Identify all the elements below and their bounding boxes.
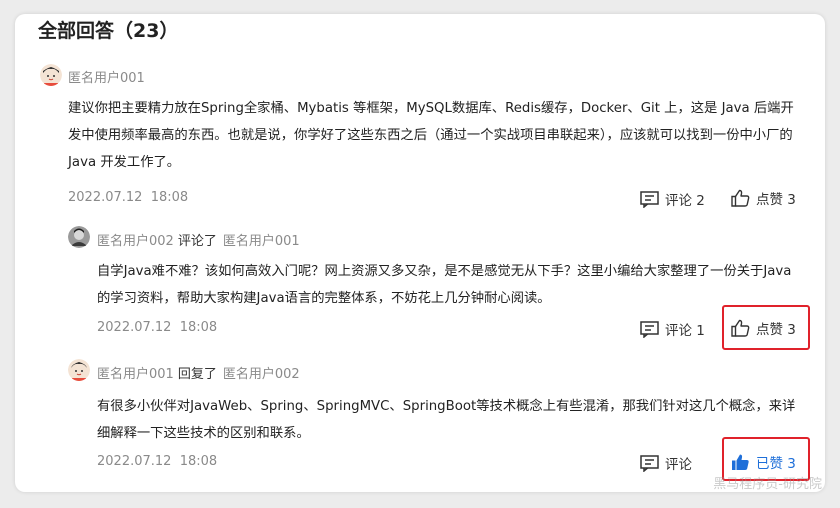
avatar[interactable] bbox=[40, 64, 62, 86]
reply-header: 匿名用户001 回复了 匿名用户002 bbox=[97, 363, 300, 382]
target-username[interactable]: 匿名用户001 bbox=[223, 234, 300, 249]
thumbs-up-icon bbox=[731, 189, 750, 207]
comment-button[interactable]: 评论 1 bbox=[640, 319, 705, 339]
comment-button[interactable]: 评论 bbox=[640, 453, 692, 473]
date: 2022.07.12 bbox=[97, 320, 172, 335]
page-title: 全部回答（23） bbox=[38, 20, 179, 42]
comment-button[interactable]: 评论 2 bbox=[640, 189, 705, 209]
comment-icon bbox=[640, 320, 659, 338]
comment-icon bbox=[640, 190, 659, 208]
comment-count: 评论 bbox=[665, 457, 692, 473]
timestamp: 2022.07.12 18:08 bbox=[68, 190, 188, 205]
comment-count: 评论 2 bbox=[665, 193, 705, 209]
user-avatar-icon bbox=[40, 64, 62, 86]
timestamp: 2022.07.12 18:08 bbox=[97, 320, 217, 335]
date: 2022.07.12 bbox=[68, 190, 143, 205]
timestamp: 2022.07.12 18:08 bbox=[97, 454, 217, 469]
time: 18:08 bbox=[179, 320, 218, 335]
avatar[interactable] bbox=[68, 226, 90, 248]
avatar[interactable] bbox=[68, 359, 90, 381]
user-avatar-icon bbox=[68, 226, 90, 248]
reply-action: 评论了 bbox=[177, 234, 217, 249]
date: 2022.07.12 bbox=[97, 454, 172, 469]
like-count: 点赞 3 bbox=[756, 192, 796, 208]
time: 18:08 bbox=[179, 454, 218, 469]
watermark: 黑马程序员-研究院 bbox=[713, 477, 822, 492]
user-avatar-icon bbox=[68, 359, 90, 381]
comment-icon bbox=[640, 454, 659, 472]
comment-text: 建议你把主要精力放在Spring全家桶、Mybatis 等框架，MySQL数据库… bbox=[68, 101, 794, 170]
like-button[interactable]: 点赞 3 bbox=[731, 188, 796, 208]
like-highlight-box bbox=[722, 305, 810, 350]
reply-header: 匿名用户002 评论了 匿名用户001 bbox=[97, 230, 300, 249]
target-username[interactable]: 匿名用户002 bbox=[223, 367, 300, 382]
username[interactable]: 匿名用户002 bbox=[97, 234, 174, 249]
comment-text: 自学Java难不难？该如何高效入门呢？网上资源又多又杂，是不是感觉无从下手？这里… bbox=[97, 264, 792, 306]
reply-action: 回复了 bbox=[177, 367, 217, 382]
time: 18:08 bbox=[150, 190, 189, 205]
username[interactable]: 匿名用户001 bbox=[97, 367, 174, 382]
comment-count: 评论 1 bbox=[665, 323, 705, 339]
username[interactable]: 匿名用户001 bbox=[68, 67, 145, 86]
comment-text: 有很多小伙伴对JavaWeb、Spring、SpringMVC、SpringBo… bbox=[97, 399, 796, 441]
